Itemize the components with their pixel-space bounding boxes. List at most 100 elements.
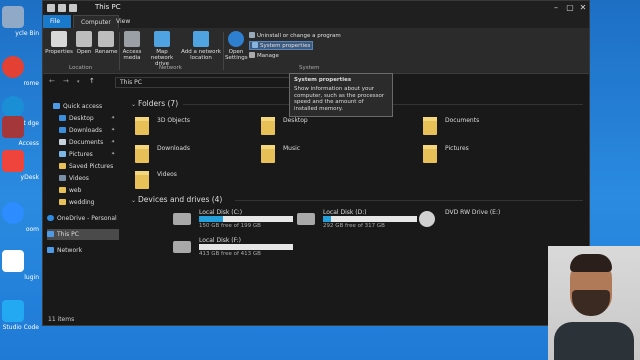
explorer-icon[interactable]: [47, 4, 55, 12]
manage-button[interactable]: Manage: [249, 52, 279, 59]
folder-icon: [59, 163, 66, 169]
drive-d[interactable]: Local Disk (D:) 292 GB free of 317 GB: [297, 209, 423, 231]
drive-usage-fill: [323, 216, 331, 222]
open-icon: [76, 31, 92, 47]
vscode-icon: [2, 300, 24, 322]
recent-locations-icon[interactable]: ▾: [77, 79, 80, 85]
media-icon: [124, 31, 140, 47]
drive-c[interactable]: Local Disk (C:) 150 GB free of 199 GB: [173, 209, 299, 231]
webcam-overlay: [548, 246, 640, 360]
desktop-icon-chrome[interactable]: rome: [0, 56, 39, 94]
tooltip-title: System properties: [294, 77, 352, 83]
status-bar: 11 items: [43, 313, 589, 326]
navigation-pane: Quick access Desktop ✦ Downloads ✦ Docum…: [43, 97, 119, 313]
presenter-beard: [572, 290, 610, 316]
nav-item-quick-access[interactable]: Quick access: [53, 101, 102, 112]
pin-icon: ✦: [111, 151, 116, 157]
system-properties-button[interactable]: System properties: [249, 41, 314, 50]
breadcrumb: This PC: [120, 79, 142, 86]
group-location: Location: [69, 65, 93, 71]
nav-item-downloads[interactable]: Downloads: [59, 125, 102, 136]
nav-item-pictures[interactable]: Pictures: [59, 149, 93, 160]
manage-icon: [249, 52, 255, 58]
folders-section-header[interactable]: ⌄ Folders (7): [131, 99, 178, 108]
recycle-bin-icon: [2, 6, 24, 28]
drive-f[interactable]: Local Disk (F:) 413 GB free of 413 GB: [173, 237, 299, 259]
item-count: 11 items: [48, 316, 75, 323]
nav-item-web[interactable]: web: [59, 185, 81, 196]
folder-icon: [135, 171, 149, 189]
hard-drive-icon: [173, 241, 191, 253]
desktop-icon-access[interactable]: Access: [0, 116, 39, 154]
group-network: Network: [159, 65, 182, 71]
anydesk-icon: [2, 150, 24, 172]
edge-icon: [2, 96, 24, 118]
tab-file[interactable]: File: [43, 15, 71, 28]
nav-item-wedding[interactable]: wedding: [59, 197, 95, 208]
properties-qat-icon[interactable]: [58, 4, 66, 12]
folder-icon: [423, 117, 437, 135]
downloads-icon: [59, 127, 66, 133]
folder-icon: [135, 117, 149, 135]
nav-item-network[interactable]: Network: [47, 245, 82, 256]
properties-button[interactable]: Properties: [45, 31, 73, 55]
forward-icon[interactable]: →: [63, 77, 69, 85]
cloud-icon: [47, 215, 54, 221]
drive-usage-fill: [199, 216, 223, 222]
tab-view[interactable]: View: [109, 15, 137, 28]
drives-section-header[interactable]: ⌄ Devices and drives (4): [131, 195, 222, 204]
folder-videos[interactable]: Videos: [135, 169, 255, 191]
folder-pictures[interactable]: Pictures: [423, 143, 543, 165]
open-button[interactable]: Open: [75, 31, 93, 55]
drive-e[interactable]: DVD RW Drive (E:): [419, 209, 545, 231]
group-system: System: [299, 65, 320, 71]
add-network-location-button[interactable]: Add a network location: [181, 31, 221, 61]
desktop-icon-zoom[interactable]: oom: [0, 202, 39, 240]
chrome-icon: [2, 56, 24, 78]
maximize-icon[interactable]: ▢: [563, 2, 577, 14]
nav-item-saved-pictures[interactable]: Saved Pictures: [59, 161, 113, 172]
pin-icon: ✦: [111, 127, 116, 133]
map-network-drive-button[interactable]: Map network drive: [145, 31, 179, 67]
open-settings-button[interactable]: Open Settings: [225, 31, 248, 61]
nav-item-this-pc[interactable]: This PC: [47, 229, 119, 240]
pin-icon: ✦: [111, 139, 116, 145]
hard-drive-icon: [173, 213, 191, 225]
nav-item-desktop[interactable]: Desktop: [59, 113, 94, 124]
desktop-icon-recycle-bin[interactable]: ycle Bin: [0, 6, 39, 44]
uninstall-program-button[interactable]: Uninstall or change a program: [249, 32, 341, 39]
content-pane: ⌄ Folders (7) 3D Objects Desktop Document…: [123, 97, 589, 313]
rename-button[interactable]: Rename: [95, 31, 118, 55]
address-bar[interactable]: This PC: [115, 77, 295, 88]
close-icon[interactable]: ✕: [576, 2, 590, 14]
folder-downloads[interactable]: Downloads: [135, 143, 255, 165]
nav-item-onedrive[interactable]: OneDrive - Personal: [47, 213, 117, 224]
folder-icon: [59, 199, 66, 205]
ribbon-separator: [223, 32, 224, 70]
folder-music[interactable]: Music: [261, 143, 381, 165]
nav-item-videos[interactable]: Videos: [59, 173, 89, 184]
up-icon[interactable]: ↑: [89, 77, 95, 85]
desktop-icon: [59, 115, 66, 121]
zoom-icon: [2, 202, 24, 224]
dvd-icon: [419, 211, 435, 227]
new-folder-qat-icon[interactable]: [69, 4, 77, 12]
gear-icon: [228, 31, 244, 47]
access-media-button[interactable]: Access media: [121, 31, 143, 61]
desktop-icon-anydesk[interactable]: yDesk: [0, 150, 39, 188]
network-drive-icon: [154, 31, 170, 47]
nav-item-documents[interactable]: Documents: [59, 137, 103, 148]
desktop-icon-vscode[interactable]: Studio Code: [0, 300, 39, 338]
folder-documents[interactable]: Documents: [423, 115, 543, 137]
folder-icon: [59, 187, 66, 193]
rename-icon: [98, 31, 114, 47]
hard-drive-icon: [297, 213, 315, 225]
back-icon[interactable]: ←: [49, 77, 55, 85]
minimize-icon[interactable]: –: [549, 2, 563, 14]
network-location-icon: [193, 31, 209, 47]
window-title: This PC: [95, 3, 121, 11]
desktop-icon-plugin[interactable]: lugin: [0, 250, 39, 288]
folder-3d-objects[interactable]: 3D Objects: [135, 115, 255, 137]
network-icon: [47, 247, 54, 253]
folder-desktop[interactable]: Desktop: [261, 115, 381, 137]
